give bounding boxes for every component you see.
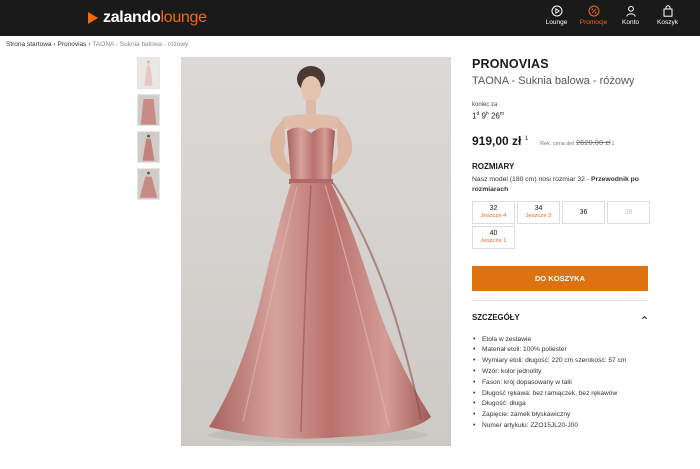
thumbnail-image <box>144 60 153 86</box>
details-item: Etola w zestawie <box>472 335 642 346</box>
breadcrumb-current: TAONA - Suknia balowa - różowy <box>92 41 189 48</box>
nav-promocje[interactable]: Promocje <box>575 5 612 26</box>
model-size-note: Nasz model (180 cm) nosi rozmiar 32 - Pr… <box>472 175 639 193</box>
brand-name[interactable]: PRONOVIAS <box>472 57 652 71</box>
play-icon <box>551 5 562 17</box>
breadcrumb-home[interactable]: Strona startowa <box>6 41 52 48</box>
size-option-38: 38 <box>607 200 650 224</box>
product-title: TAONA - Suknia balowa - różowy <box>472 75 635 87</box>
nav-konto[interactable]: Konto <box>612 5 649 26</box>
gown-illustration <box>181 57 451 446</box>
details-item: Wymiary etoli: długość: 220 cm szerokość… <box>472 356 642 367</box>
breadcrumb-separator: › <box>53 42 56 48</box>
current-price: 919,00 zł 1 <box>472 133 529 148</box>
product-info-panel: PRONOVIAS TAONA - Suknia balowa - różowy… <box>472 57 652 432</box>
price-row: 919,00 zł 1 Rek. cena det 2620,00 zł 1 <box>472 134 652 148</box>
percent-icon <box>588 5 599 17</box>
header-nav: Lounge Promocje Konto Koszyk <box>538 5 686 26</box>
logo-text: zalandolounge <box>103 9 207 26</box>
thumbnail-strip <box>137 57 161 205</box>
zalando-lounge-logo[interactable]: zalandolounge <box>86 8 207 28</box>
size-selector: 32 Jeszcze 4 34 Jeszcze 3 36 38 40 Jeszcze … <box>472 200 652 249</box>
recommended-price-label: Rek. cena det <box>540 140 574 147</box>
thumbnail-1[interactable] <box>137 57 160 89</box>
breadcrumb: Strona startowa › Pronovias › TAONA - Suknia… <box>6 41 188 48</box>
size-option-34[interactable]: 34 Jeszcze 3 <box>517 200 560 224</box>
nav-lounge[interactable]: Lounge <box>538 5 575 26</box>
thumbnail-4[interactable] <box>137 168 160 200</box>
add-to-cart-button[interactable]: DO KOSZYKA <box>472 265 648 291</box>
details-item: Zapięcie: zamek błyskawiczny <box>472 410 642 421</box>
sizes-heading: ROZMIARY <box>472 161 515 171</box>
breadcrumb-brand[interactable]: Pronovias <box>58 41 87 48</box>
user-icon <box>625 5 636 17</box>
nav-promocje-label: Promocje <box>579 19 608 26</box>
nav-koszyk[interactable]: Koszyk <box>649 5 686 26</box>
recommended-price-note: 1 <box>611 140 615 147</box>
breadcrumb-separator: › <box>88 42 91 48</box>
recommended-price: 2620,00 zł <box>576 137 611 147</box>
details-item: Materiał etoli: 100% poliester <box>472 345 642 356</box>
details-accordion-header[interactable]: SZCZEGÓŁY <box>472 313 648 322</box>
thumbnail-3[interactable] <box>137 131 160 163</box>
top-bar: zalandolounge Lounge Promocje Konto Kosz… <box>0 0 700 36</box>
thumbnail-image <box>138 132 159 162</box>
nav-koszyk-label: Koszyk <box>657 19 678 26</box>
size-option-36[interactable]: 36 <box>562 200 605 224</box>
details-item: Wzór: kolor jednolity <box>472 367 642 378</box>
details-item: Długość: długa <box>472 399 642 410</box>
chevron-up-icon <box>641 315 648 319</box>
details-item: Numer artykułu: ZZO15JL20-J00 <box>472 421 642 432</box>
nav-lounge-label: Lounge <box>545 19 568 26</box>
nav-konto-label: Konto <box>622 19 639 26</box>
ends-in-label: koniec za <box>472 102 498 108</box>
details-item: Długość rękawa: bez ramiączek, bez rękaw… <box>472 389 642 400</box>
details-list: Etola w zestawie Materiał etoli: 100% po… <box>472 335 642 432</box>
bag-icon <box>663 5 672 17</box>
thumbnail-image <box>138 95 159 125</box>
logo-mark-icon <box>88 12 98 24</box>
thumbnail-2[interactable] <box>137 94 160 126</box>
countdown-timer: 1d 9h 26m <box>472 111 505 121</box>
thumbnail-image <box>138 169 159 199</box>
divider <box>472 299 648 301</box>
product-main-image[interactable] <box>181 57 451 446</box>
details-item: Fason: krój dopasowany w talii <box>472 378 642 389</box>
size-option-32[interactable]: 32 Jeszcze 4 <box>472 200 515 224</box>
details-heading: SZCZEGÓŁY <box>472 312 520 322</box>
size-option-40[interactable]: 40 Jeszcze 1 <box>472 225 515 249</box>
